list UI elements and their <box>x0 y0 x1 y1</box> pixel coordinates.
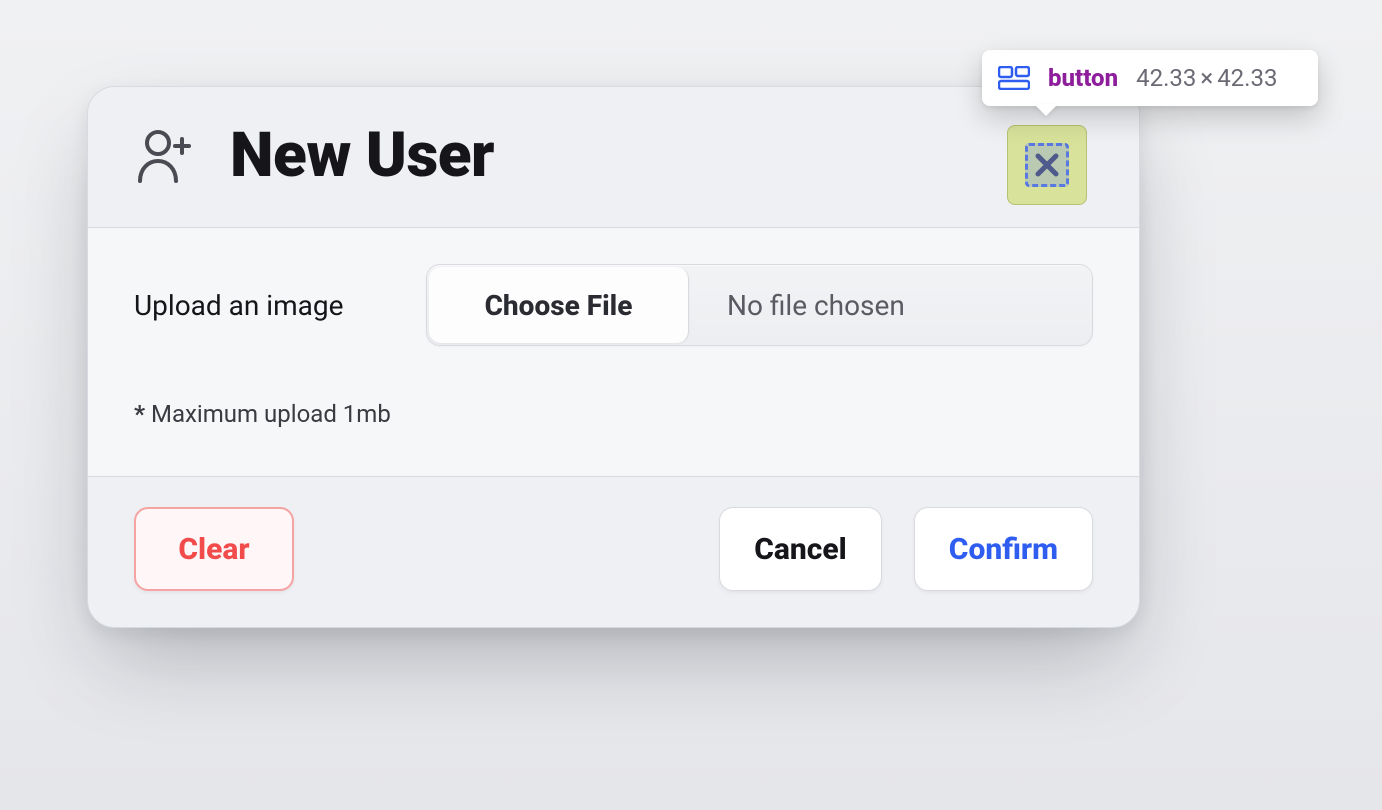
dialog-title: New User <box>230 125 494 187</box>
hint-asterisk: * <box>134 400 145 428</box>
dialog-body: Upload an image Choose File No file chos… <box>88 228 1139 477</box>
close-button[interactable] <box>1007 125 1087 205</box>
tooltip-dimensions: 42.33×42.33 <box>1136 64 1277 92</box>
devtools-tooltip: button 42.33×42.33 <box>982 50 1318 106</box>
close-icon <box>1034 152 1060 178</box>
hint-text: Maximum upload 1mb <box>151 400 391 428</box>
tooltip-width: 42.33 <box>1136 64 1196 92</box>
tooltip-times: × <box>1196 64 1217 92</box>
dialog-footer: Clear Cancel Confirm <box>88 477 1139 627</box>
clear-button[interactable]: Clear <box>134 507 294 591</box>
file-input[interactable]: Choose File No file chosen <box>426 264 1093 346</box>
cancel-button[interactable]: Cancel <box>719 507 882 591</box>
tooltip-height: 42.33 <box>1217 64 1277 92</box>
choose-file-button[interactable]: Choose File <box>429 267 689 343</box>
upload-hint: * Maximum upload 1mb <box>134 400 1093 428</box>
layout-icon <box>998 66 1030 90</box>
upload-row: Upload an image Choose File No file chos… <box>134 264 1093 346</box>
add-user-icon <box>134 127 198 185</box>
upload-label: Upload an image <box>134 289 394 322</box>
file-status: No file chosen <box>691 265 1092 345</box>
new-user-dialog: New User Upload an image Choose File No … <box>87 86 1140 628</box>
tooltip-tag: button <box>1048 64 1118 92</box>
confirm-button[interactable]: Confirm <box>914 507 1093 591</box>
inspect-highlight <box>1025 143 1069 187</box>
dialog-header: New User <box>88 87 1139 228</box>
